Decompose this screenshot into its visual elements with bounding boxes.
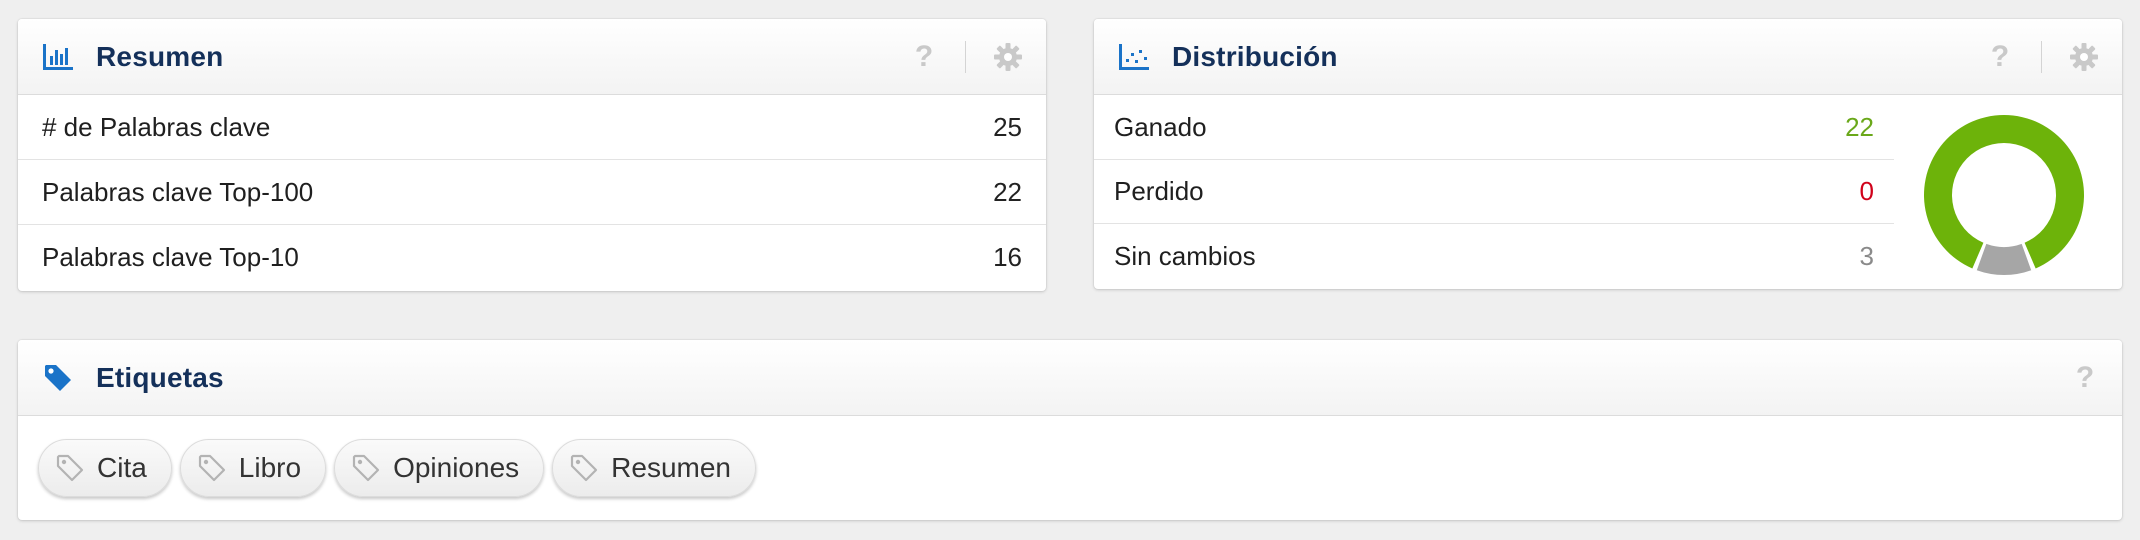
tag-chip[interactable]: Cita bbox=[38, 439, 172, 497]
distribution-tools: ? bbox=[1985, 19, 2100, 95]
summary-tools: ? bbox=[909, 19, 1024, 95]
summary-list: # de Palabras clave 25 Palabras clave To… bbox=[18, 95, 1046, 290]
summary-row-label: Palabras clave Top-10 bbox=[42, 242, 299, 272]
tag-label: Opiniones bbox=[393, 452, 520, 483]
tag-outline-icon bbox=[569, 453, 599, 483]
bar-chart-icon bbox=[42, 41, 74, 73]
tag-chip[interactable]: Resumen bbox=[552, 439, 756, 497]
summary-row-value: 25 bbox=[993, 111, 1022, 142]
summary-panel: Resumen ? # de Palabras clave 25 Palabra… bbox=[18, 19, 1046, 291]
summary-row: # de Palabras clave 25 bbox=[18, 95, 1046, 160]
distribution-row-label: Ganado bbox=[1114, 112, 1207, 142]
tool-divider bbox=[2041, 41, 2042, 73]
help-icon[interactable]: ? bbox=[909, 40, 939, 73]
tag-outline-icon bbox=[55, 453, 85, 483]
help-icon[interactable]: ? bbox=[1985, 40, 2015, 73]
distribution-row-unchanged: Sin cambios 3 bbox=[1094, 224, 1894, 288]
summary-row: Palabras clave Top-100 22 bbox=[18, 160, 1046, 225]
distribution-row-value: 22 bbox=[1845, 112, 1874, 142]
tag-label: Libro bbox=[238, 452, 302, 483]
donut-segment-gained bbox=[1924, 115, 2084, 269]
distribution-donut-chart bbox=[1924, 115, 2084, 275]
distribution-row-label: Perdido bbox=[1114, 176, 1204, 206]
tags-list: Cita Libro Opiniones Resumen bbox=[18, 416, 2122, 520]
summary-row-value: 22 bbox=[993, 176, 1022, 207]
tags-title: Etiquetas bbox=[96, 361, 224, 393]
tag-chip[interactable]: Opiniones bbox=[334, 439, 545, 497]
distribution-panel: Distribución ? Ganado 22 Perdido 0 Sin c… bbox=[1094, 19, 2122, 289]
summary-row: Palabras clave Top-10 16 bbox=[18, 225, 1046, 290]
tag-icon bbox=[42, 362, 74, 394]
distribution-header: Distribución ? bbox=[1094, 19, 2122, 95]
donut-segment-unchanged bbox=[1976, 243, 2032, 275]
tag-outline-icon bbox=[197, 453, 227, 483]
distribution-title: Distribución bbox=[1172, 40, 1338, 72]
distribution-row-value: 0 bbox=[1859, 176, 1874, 206]
tags-tools: ? bbox=[2070, 340, 2100, 416]
tags-header: Etiquetas ? bbox=[18, 340, 2122, 416]
summary-row-label: Palabras clave Top-100 bbox=[42, 176, 314, 207]
distribution-row-value: 3 bbox=[1859, 240, 1874, 271]
tool-divider bbox=[965, 41, 966, 73]
tag-chip[interactable]: Libro bbox=[179, 439, 327, 497]
summary-row-label: # de Palabras clave bbox=[42, 111, 271, 142]
distribution-row-lost: Perdido 0 bbox=[1094, 160, 1894, 224]
summary-title: Resumen bbox=[96, 40, 224, 72]
distribution-row-label: Sin cambios bbox=[1114, 240, 1256, 271]
distribution-row-gained: Ganado 22 bbox=[1094, 96, 1894, 160]
tag-outline-icon bbox=[351, 453, 381, 483]
summary-header: Resumen ? bbox=[18, 19, 1046, 95]
gear-icon[interactable] bbox=[2068, 41, 2100, 73]
tag-label: Cita bbox=[97, 452, 147, 483]
tag-label: Resumen bbox=[611, 452, 731, 483]
gear-icon[interactable] bbox=[992, 41, 1024, 73]
tags-panel: Etiquetas ? Cita Libro Opiniones Resumen bbox=[18, 340, 2122, 520]
distribution-list: Ganado 22 Perdido 0 Sin cambios 3 bbox=[1094, 96, 1894, 288]
summary-row-value: 16 bbox=[993, 242, 1022, 272]
scatter-chart-icon bbox=[1118, 41, 1150, 73]
help-icon[interactable]: ? bbox=[2070, 361, 2100, 394]
